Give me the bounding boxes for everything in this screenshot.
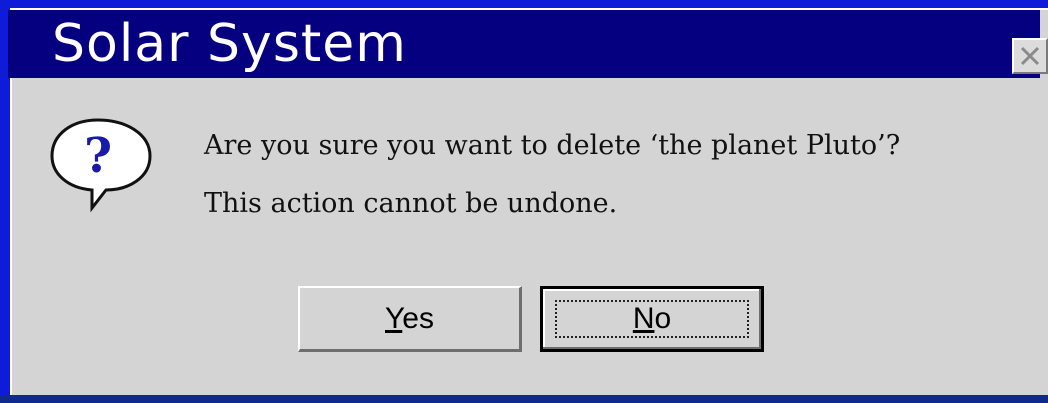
no-label: No <box>633 302 671 336</box>
title-bar[interactable]: Solar System <box>8 10 1048 78</box>
no-mnemonic: N <box>632 302 655 335</box>
svg-text:?: ? <box>84 128 112 184</box>
yes-label: Yes <box>385 302 434 336</box>
no-label-rest: o <box>654 302 672 335</box>
yes-label-rest: es <box>402 301 434 335</box>
close-icon <box>1020 46 1040 66</box>
dialog-title: Solar System <box>52 14 407 74</box>
message-line-1: Are you sure you want to delete ‘the pla… <box>204 130 901 161</box>
desktop-edge <box>0 395 1048 403</box>
close-button[interactable] <box>1012 38 1048 74</box>
question-icon: ? <box>46 112 158 213</box>
message-line-2: This action cannot be undone. <box>204 188 618 219</box>
focus-ring: No <box>555 300 749 338</box>
no-button[interactable]: No <box>540 286 764 352</box>
yes-mnemonic: Y <box>385 301 403 335</box>
yes-button[interactable]: Yes <box>298 286 522 352</box>
